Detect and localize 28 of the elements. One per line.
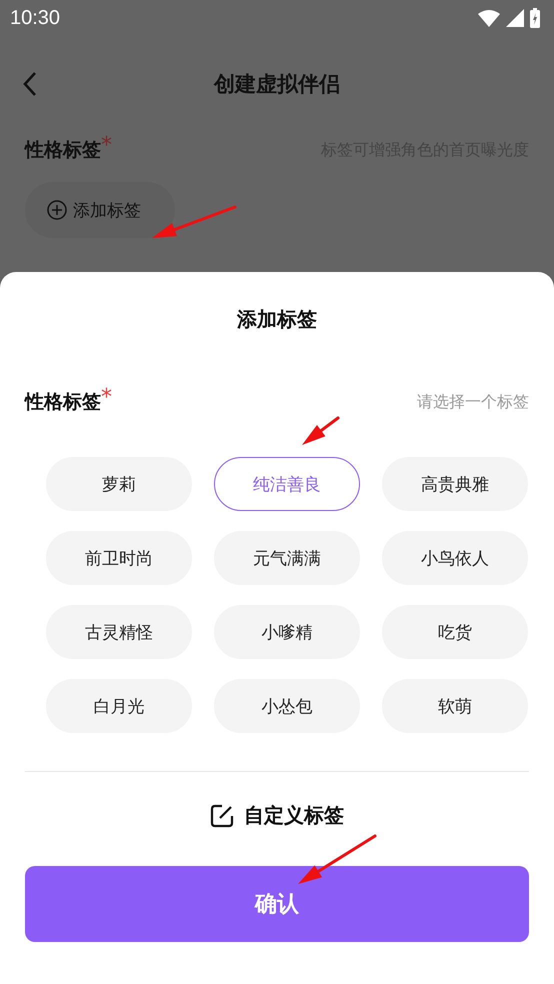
required-mark: * (101, 137, 112, 155)
tag-chip[interactable]: 纯洁善良 (214, 457, 360, 511)
tag-chip[interactable]: 吃货 (382, 605, 528, 659)
tag-chip[interactable]: 白月光 (46, 679, 192, 733)
tag-chip[interactable]: 小鸟依人 (382, 531, 528, 585)
edit-icon (210, 804, 234, 828)
sheet-title: 添加标签 (236, 306, 318, 333)
battery-icon (530, 8, 540, 28)
field-label: 性格标签 (25, 138, 101, 163)
wifi-icon (478, 9, 500, 27)
custom-tag-button[interactable]: 自定义标签 (206, 796, 348, 835)
tag-chip[interactable]: 软萌 (382, 679, 528, 733)
back-icon[interactable] (22, 71, 38, 97)
tag-chip[interactable]: 小怂包 (214, 679, 360, 733)
plus-icon (47, 200, 67, 220)
page-title: 创建虚拟伴侣 (214, 71, 340, 98)
status-time: 10:30 (10, 6, 60, 30)
required-mark: * (101, 389, 112, 407)
confirm-button[interactable]: 确认 (25, 866, 529, 942)
tag-chip[interactable]: 前卫时尚 (46, 531, 192, 585)
tag-chip[interactable]: 小嗲精 (214, 605, 360, 659)
tag-chip[interactable]: 高贵典雅 (382, 457, 528, 511)
field-label: 性格标签 (25, 390, 101, 415)
tag-chip[interactable]: 古灵精怪 (46, 605, 192, 659)
field-hint: 请选择一个标签 (417, 392, 529, 412)
tag-chip[interactable]: 元气满满 (214, 531, 360, 585)
signal-icon (506, 9, 524, 27)
tag-chip[interactable]: 萝莉 (46, 457, 192, 511)
